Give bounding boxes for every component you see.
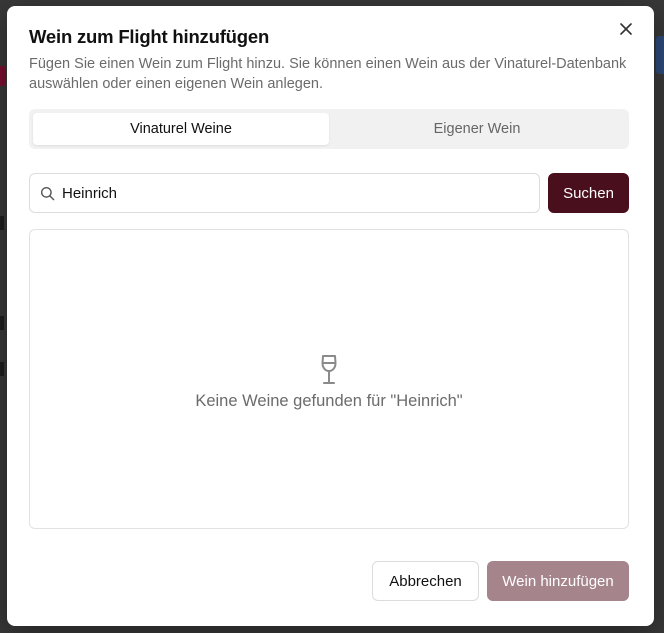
add-wine-dialog: Wein zum Flight hinzufügen Fügen Sie ein… xyxy=(7,6,654,626)
search-button[interactable]: Suchen xyxy=(548,173,629,213)
close-button[interactable] xyxy=(616,19,636,39)
tab-vinaturel-wines[interactable]: Vinaturel Weine xyxy=(33,113,329,145)
search-field[interactable] xyxy=(29,173,540,213)
search-icon xyxy=(39,185,55,201)
wine-glass-icon xyxy=(321,354,337,384)
source-tabs: Vinaturel Weine Eigener Wein xyxy=(29,109,629,149)
dialog-title: Wein zum Flight hinzufügen xyxy=(29,26,270,47)
background-text-fragment xyxy=(0,316,4,330)
results-panel: Keine Weine gefunden für "Heinrich" xyxy=(29,229,629,529)
tab-own-wine[interactable]: Eigener Wein xyxy=(329,113,625,145)
cancel-button[interactable]: Abbrechen xyxy=(372,561,479,601)
search-input[interactable] xyxy=(62,174,539,212)
background-button-edge xyxy=(656,36,664,74)
background-text-fragment xyxy=(0,362,4,376)
background-text-fragment xyxy=(0,216,4,230)
background-accent xyxy=(0,66,6,86)
add-wine-button[interactable]: Wein hinzufügen xyxy=(487,561,629,601)
close-icon xyxy=(620,23,632,35)
empty-results-message: Keine Weine gefunden für "Heinrich" xyxy=(195,391,463,410)
dialog-description: Fügen Sie einen Wein zum Flight hinzu. S… xyxy=(29,56,627,92)
